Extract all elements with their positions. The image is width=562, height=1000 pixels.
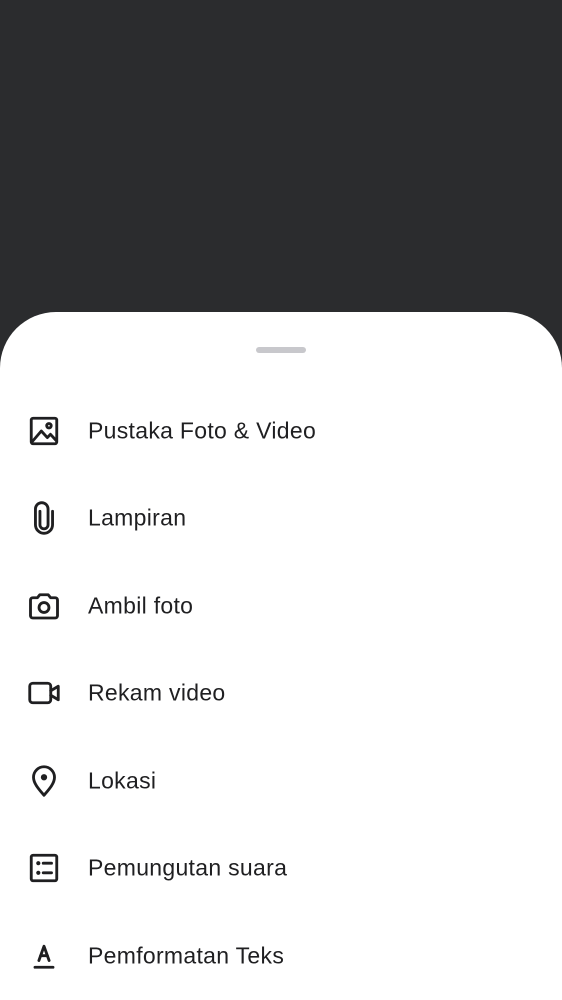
menu-item-label: Rekam video [88,679,226,706]
paperclip-icon [24,498,64,538]
video-camera-icon [24,673,64,713]
menu-item-label: Lokasi [88,767,157,794]
text-format-icon [24,936,64,976]
attachment-bottom-sheet: Pustaka Foto & Video Lampiran Ambil foto [0,312,562,1000]
camera-icon [24,586,64,626]
image-icon [24,411,64,451]
menu-item-label: Pemungutan suara [88,854,288,881]
menu-item-photo-video-library[interactable]: Pustaka Foto & Video [0,387,562,475]
menu-item-attachment[interactable]: Lampiran [0,475,562,563]
menu-item-label: Pemformatan Teks [88,942,285,969]
menu-item-take-photo[interactable]: Ambil foto [0,562,562,650]
menu-item-poll[interactable]: Pemungutan suara [0,825,562,913]
location-pin-icon [24,761,64,801]
poll-icon [24,848,64,888]
menu-item-label: Ambil foto [88,592,194,619]
menu-item-text-formatting[interactable]: Pemformatan Teks [0,912,562,1000]
menu-item-label: Pustaka Foto & Video [88,417,317,444]
menu-item-location[interactable]: Lokasi [0,737,562,825]
dimmed-backdrop[interactable] [0,0,562,330]
menu-item-label: Lampiran [88,504,187,531]
menu-item-record-video[interactable]: Rekam video [0,650,562,738]
attachment-options-list: Pustaka Foto & Video Lampiran Ambil foto [0,387,562,1000]
sheet-drag-handle[interactable] [256,347,306,353]
